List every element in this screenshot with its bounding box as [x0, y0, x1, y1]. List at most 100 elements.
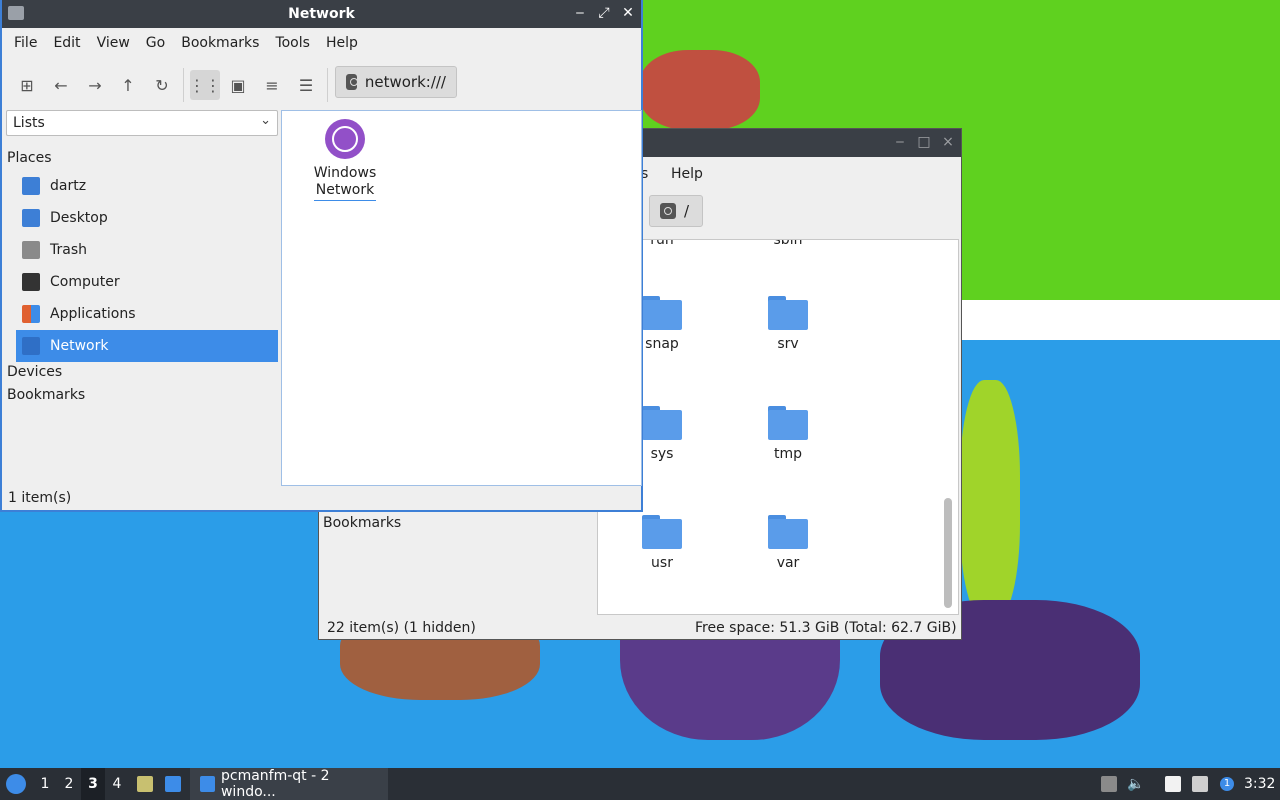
folder-label: var [776, 555, 800, 571]
file-view[interactable]: Windows Network [281, 110, 642, 486]
home-folder-icon [22, 177, 40, 195]
back-arrow-icon[interactable]: ← [48, 72, 74, 98]
maximize-icon[interactable]: ⤢ [597, 4, 611, 22]
root-sidebar-bookmarks[interactable]: Bookmarks [323, 515, 401, 531]
place-item-network[interactable]: Network [16, 330, 278, 362]
status-item-count: 1 item(s) [8, 490, 72, 506]
folder-icon [768, 296, 808, 330]
place-item-home[interactable]: dartz [16, 170, 278, 202]
drive-icon [660, 203, 676, 219]
computer-icon [22, 273, 40, 291]
folder-label: usr [651, 555, 673, 571]
drive-icon [346, 74, 358, 90]
folder-item[interactable]: srv [748, 296, 828, 352]
item-label: Windows Network [313, 165, 377, 201]
place-item-trash[interactable]: Trash [16, 234, 278, 266]
menu-help[interactable]: Help [671, 166, 703, 182]
place-item-desktop[interactable]: Desktop [16, 202, 278, 234]
quicklaunch-files[interactable] [134, 768, 156, 800]
folder-item[interactable]: tmp [748, 406, 828, 462]
tray-updates[interactable] [1100, 768, 1118, 800]
folder-label: snap [645, 336, 679, 352]
file-manager-icon [137, 776, 153, 792]
network-window-titlebar[interactable]: Network ‒ ⤢ ✕ [2, 0, 641, 28]
globe-icon [325, 119, 365, 159]
menu-help[interactable]: Help [318, 35, 366, 51]
folder-icon [200, 776, 215, 792]
folder-icon [642, 515, 682, 549]
folder-item[interactable]: sbin [748, 240, 828, 248]
tray-network[interactable] [1190, 768, 1210, 800]
folder-item[interactable]: var [748, 515, 828, 571]
icon-view-icon[interactable]: ⋮⋮ [189, 70, 221, 100]
desktop-icon [22, 209, 40, 227]
menu-go[interactable]: Go [138, 35, 173, 51]
folder-item[interactable]: usr [622, 515, 702, 571]
new-tab-icon[interactable]: ⊞ [14, 72, 40, 98]
network-monitor-icon [1192, 776, 1208, 792]
thumbnail-view-icon[interactable]: ▣ [225, 72, 251, 98]
start-menu-button[interactable] [4, 768, 28, 800]
up-arrow-icon[interactable]: ↑ [115, 72, 141, 98]
folder-icon [768, 515, 808, 549]
side-panel-mode-select[interactable]: Lists ⌄ [6, 110, 278, 136]
toolbar: ⊞ ← → ↑ ↻ ⋮⋮ ▣ ≡ ☰ network:/// [2, 58, 641, 108]
notification-badge: 1 [1220, 777, 1234, 791]
folder-icon [642, 296, 682, 330]
place-item-computer[interactable]: Computer [16, 266, 278, 298]
devices-header[interactable]: Devices [7, 364, 62, 380]
trash-icon [22, 241, 40, 259]
tray-clipboard[interactable] [1164, 768, 1182, 800]
windows-network-item[interactable]: Windows Network [310, 117, 380, 201]
close-icon[interactable]: ✕ [621, 4, 635, 22]
workspace-1[interactable]: 1 [33, 768, 57, 800]
minimize-icon[interactable]: ‒ [573, 4, 587, 22]
lxqt-logo-icon [6, 774, 26, 794]
workspace-3[interactable]: 3 [81, 768, 105, 800]
tray-notifications[interactable]: 1 [1216, 768, 1238, 800]
menu-file[interactable]: File [6, 35, 45, 51]
menubar: File Edit View Go Bookmarks Tools Help [2, 28, 641, 58]
folder-icon [642, 406, 682, 440]
quicklaunch-desktop[interactable] [162, 768, 184, 800]
places-header[interactable]: Places [7, 150, 52, 166]
clock[interactable]: 3:32 [1244, 768, 1276, 800]
minimize-icon[interactable]: ‒ [893, 133, 907, 151]
menu-edit[interactable]: Edit [45, 35, 88, 51]
path-label: network:/// [364, 73, 446, 91]
root-path-button[interactable]: / [649, 195, 703, 227]
menu-bookmarks[interactable]: Bookmarks [173, 35, 267, 51]
menu-tools[interactable]: Tools [267, 35, 318, 51]
taskbar: 1 2 3 4 pcmanfm-qt - 2 windo... 🔈 1 3:32 [0, 768, 1280, 800]
workspace-4[interactable]: 4 [105, 768, 129, 800]
bookmarks-header[interactable]: Bookmarks [7, 387, 85, 403]
detailed-list-view-icon[interactable]: ☰ [293, 72, 319, 98]
applications-icon [22, 305, 40, 323]
workspace-2[interactable]: 2 [57, 768, 81, 800]
volume-icon: 🔈 [1127, 776, 1145, 792]
side-panel: Lists ⌄ Places dartz Desktop Trash Compu… [4, 110, 278, 486]
reload-icon[interactable]: ↻ [149, 72, 175, 98]
chevron-down-icon: ⌄ [260, 113, 271, 128]
window-title: Network [288, 6, 355, 22]
folder-label: tmp [773, 446, 802, 462]
show-desktop-icon [165, 776, 181, 792]
root-path-label: / [684, 202, 690, 220]
root-file-view[interactable]: run sbin snap srv sys tmp usr var [597, 239, 959, 615]
place-item-applications[interactable]: Applications [16, 298, 278, 330]
folder-icon [768, 406, 808, 440]
root-status-items: 22 item(s) (1 hidden) [327, 620, 476, 636]
menu-view[interactable]: View [89, 35, 138, 51]
scrollbar-thumb[interactable] [944, 498, 952, 608]
tray-volume[interactable]: 🔈 [1126, 768, 1146, 800]
network-file-manager-window: Network ‒ ⤢ ✕ File Edit View Go Bookmark… [0, 0, 643, 512]
maximize-icon[interactable]: □ [917, 133, 931, 151]
eject-icon [1101, 776, 1117, 792]
clipboard-icon [1165, 776, 1181, 792]
close-icon[interactable]: × [941, 133, 955, 151]
path-button[interactable]: network:/// [335, 66, 457, 98]
vertical-scrollbar[interactable] [944, 240, 952, 614]
compact-view-icon[interactable]: ≡ [259, 72, 285, 98]
taskbar-task-button[interactable]: pcmanfm-qt - 2 windo... [190, 768, 388, 800]
forward-arrow-icon[interactable]: → [82, 72, 108, 98]
